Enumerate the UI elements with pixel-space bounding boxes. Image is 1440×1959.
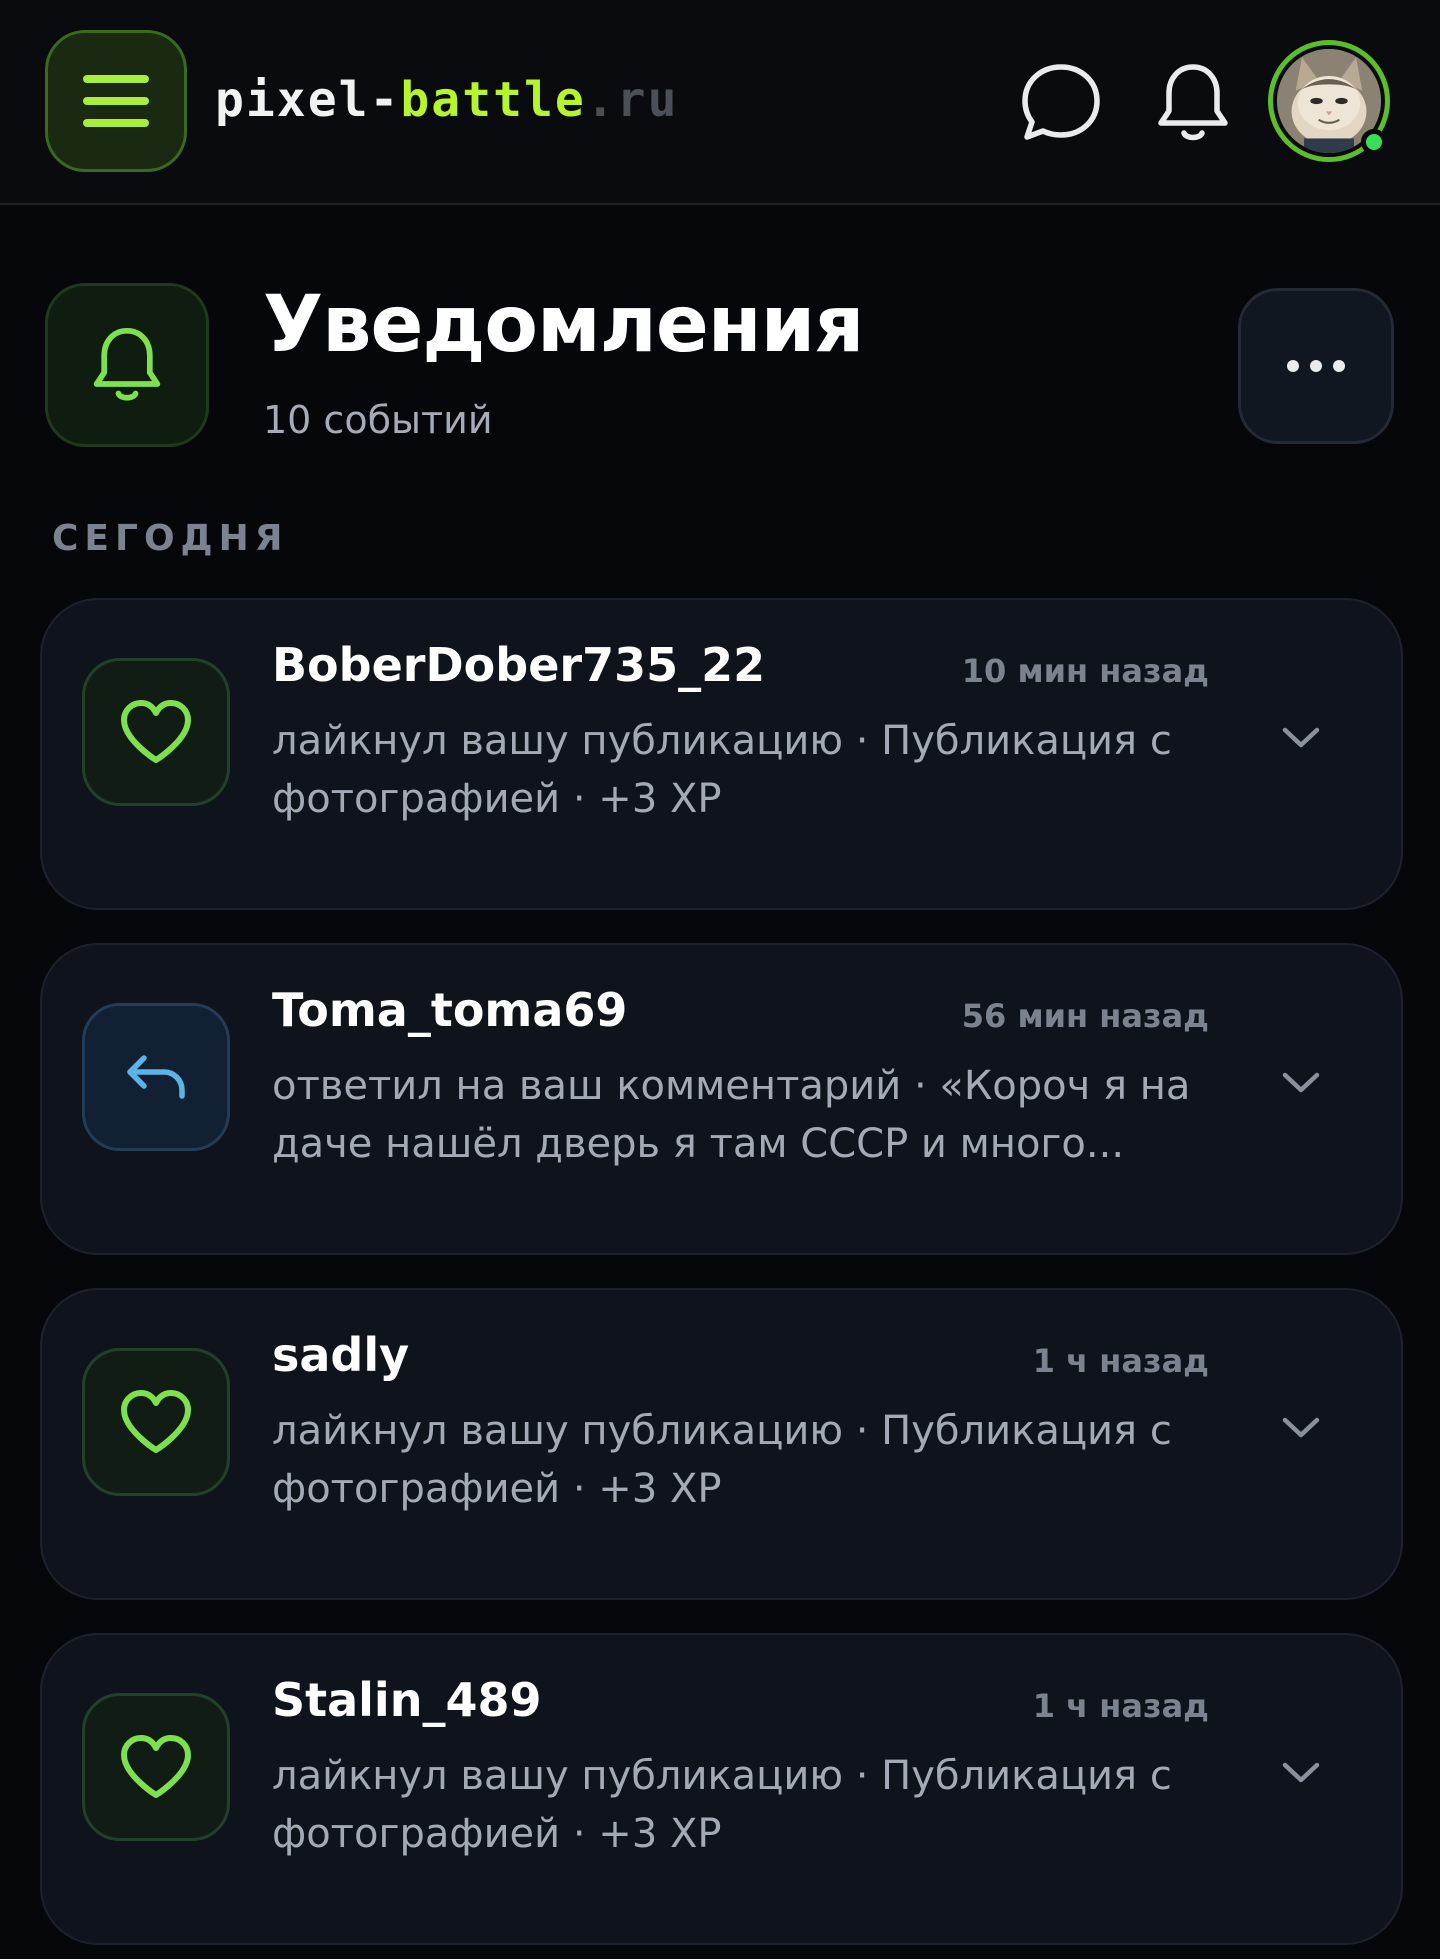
notification-text: ответил на ваш комментарий · «Короч я на… — [272, 1063, 1191, 1167]
online-status-dot — [1361, 129, 1387, 155]
notification-username[interactable]: Stalin_489 — [272, 1673, 541, 1727]
chat-button[interactable] — [1016, 58, 1106, 148]
chat-bubble-icon — [1022, 64, 1100, 140]
logo-text-battle: battle — [400, 72, 586, 128]
page-title: Уведомления — [263, 280, 864, 370]
reply-arrow-icon — [127, 1055, 185, 1099]
event-count: 10 событий — [263, 398, 493, 442]
expand-button[interactable] — [1271, 1053, 1331, 1113]
notification-username[interactable]: sadly — [272, 1328, 409, 1382]
notification-time: 10 мин назад — [961, 652, 1209, 690]
profile-avatar-button[interactable] — [1268, 40, 1390, 162]
chevron-down-icon — [1282, 1417, 1320, 1438]
heart-icon — [121, 1735, 191, 1798]
logo-text-pixel: pixel- — [215, 72, 401, 128]
notification-type-icon — [82, 1348, 230, 1496]
notification-card[interactable]: sadly 1 ч назад лайкнул вашу публикацию … — [40, 1288, 1403, 1600]
notification-time: 56 мин назад — [961, 997, 1209, 1035]
heart-icon — [121, 700, 191, 763]
notification-text: лайкнул вашу публикацию · Публикация с ф… — [272, 718, 1172, 822]
notification-card[interactable]: Stalin_489 1 ч назад лайкнул вашу публик… — [40, 1633, 1403, 1945]
notification-time: 1 ч назад — [1032, 1687, 1209, 1725]
notification-username[interactable]: BoberDober735_22 — [272, 638, 765, 692]
bell-icon — [1158, 64, 1228, 141]
notification-type-icon — [82, 1693, 230, 1841]
site-logo[interactable]: pixel-battle.ru — [215, 72, 678, 128]
notification-time: 1 ч назад — [1032, 1342, 1209, 1380]
section-label-today: СЕГОДНЯ — [52, 518, 289, 559]
notification-text: лайкнул вашу публикацию · Публикация с ф… — [272, 1408, 1172, 1512]
menu-button[interactable] — [45, 30, 187, 172]
chevron-down-icon — [1282, 1762, 1320, 1783]
notification-card[interactable]: Toma_toma69 56 мин назад ответил на ваш … — [40, 943, 1403, 1255]
hamburger-icon — [83, 75, 149, 127]
notifications-title-icon — [45, 283, 209, 447]
more-options-button[interactable] — [1238, 288, 1394, 444]
chevron-down-icon — [1282, 1072, 1320, 1093]
bell-icon — [93, 327, 161, 401]
chevron-down-icon — [1282, 727, 1320, 748]
notification-username[interactable]: Toma_toma69 — [272, 983, 627, 1037]
notification-type-icon — [82, 1003, 230, 1151]
notification-card[interactable]: BoberDober735_22 10 мин назад лайкнул ва… — [40, 598, 1403, 910]
more-dots-icon — [1287, 360, 1345, 372]
heart-icon — [121, 1390, 191, 1453]
notification-type-icon — [82, 658, 230, 806]
notification-text: лайкнул вашу публикацию · Публикация с ф… — [272, 1753, 1172, 1857]
expand-button[interactable] — [1271, 1743, 1331, 1803]
expand-button[interactable] — [1271, 1398, 1331, 1458]
notifications-button[interactable] — [1148, 58, 1238, 148]
logo-text-domain: .ru — [585, 72, 679, 128]
expand-button[interactable] — [1271, 708, 1331, 768]
top-bar: pixel-battle.ru — [0, 0, 1440, 205]
